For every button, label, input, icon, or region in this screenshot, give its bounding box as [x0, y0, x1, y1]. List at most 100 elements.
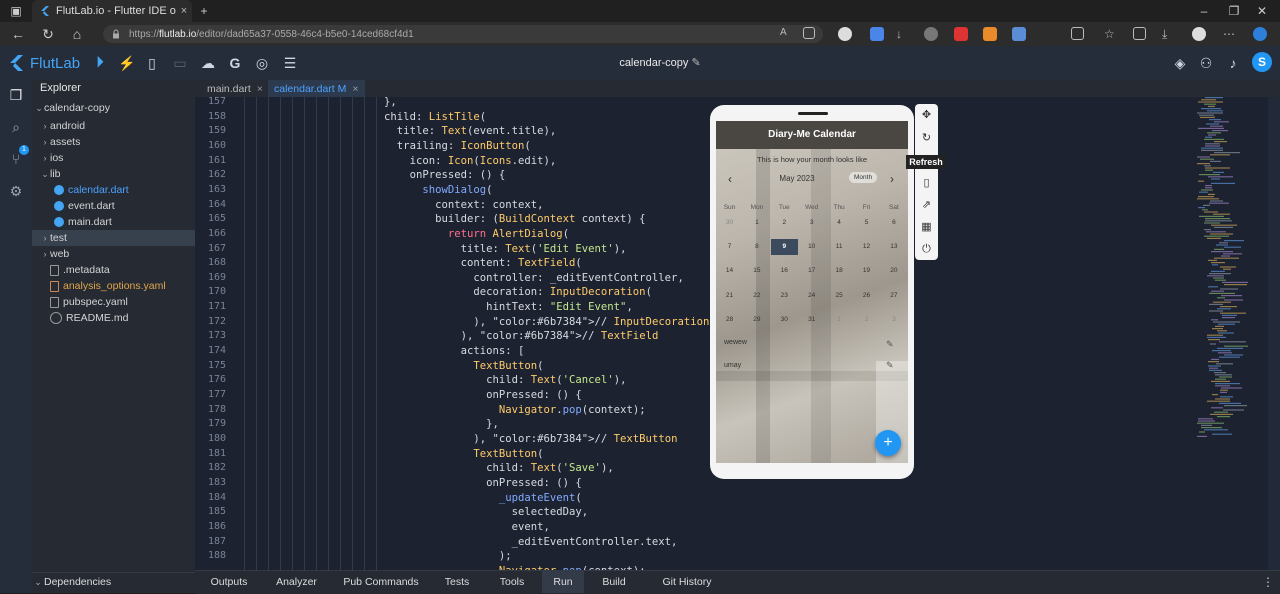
- calendar-day[interactable]: 25: [826, 288, 853, 304]
- extension-4-icon[interactable]: [924, 27, 938, 41]
- code-line[interactable]: ), "color:#6b7384">// InputDecoration: [371, 315, 709, 330]
- google-icon[interactable]: G: [227, 55, 243, 71]
- calendar-day[interactable]: 27: [880, 288, 907, 304]
- settings-more-icon[interactable]: ⋯: [1223, 27, 1237, 41]
- calendar-day[interactable]: 8: [743, 239, 770, 255]
- code-line[interactable]: selectedDay,: [371, 505, 589, 520]
- calendar-day[interactable]: 22: [743, 288, 770, 304]
- open-external-icon[interactable]: ⇗: [919, 198, 934, 213]
- tree-folder-calendar-copy[interactable]: ⌄ calendar-copy: [32, 100, 197, 116]
- code-line[interactable]: showDialog(: [371, 183, 492, 198]
- calendar-day[interactable]: 20: [880, 263, 907, 279]
- calendar-day[interactable]: 3: [798, 215, 825, 231]
- calendar-day[interactable]: 5: [853, 215, 880, 231]
- tree-folder-test[interactable]: › test: [32, 230, 203, 246]
- calendar-day[interactable]: 31: [798, 312, 825, 328]
- event-item[interactable]: wewew: [724, 339, 747, 346]
- calendar-day[interactable]: 12: [853, 239, 880, 255]
- calendar-day[interactable]: 2: [853, 312, 880, 328]
- code-line[interactable]: ), "color:#6b7384">// TextButton: [371, 432, 677, 447]
- device-icon[interactable]: ▯: [144, 55, 160, 71]
- code-line[interactable]: title: Text('Edit Event'),: [371, 242, 627, 257]
- code-line[interactable]: _updateEvent(: [371, 491, 582, 506]
- maximize-window-button[interactable]: ❐: [1226, 3, 1242, 19]
- tree-file-metadata[interactable]: .metadata: [32, 262, 213, 278]
- bottom-tab-run[interactable]: Run: [542, 571, 584, 593]
- edit-event-icon[interactable]: ✎: [886, 360, 894, 371]
- add-event-fab[interactable]: +: [875, 430, 901, 456]
- browser-tab[interactable]: FlutLab.io - Flutter IDE online ×: [32, 0, 192, 22]
- tree-folder-lib[interactable]: ⌄ lib: [32, 166, 203, 182]
- tree-file-event-dart[interactable]: event.dart: [32, 198, 217, 214]
- extension-6-icon[interactable]: [983, 27, 997, 41]
- calendar-day[interactable]: 24: [798, 288, 825, 304]
- read-aloud-icon[interactable]: A: [780, 27, 794, 41]
- extension-5-icon[interactable]: [954, 27, 968, 41]
- code-line[interactable]: context: context,: [371, 198, 543, 213]
- code-line[interactable]: builder: (BuildContext context) {: [371, 212, 646, 227]
- calendar-day[interactable]: 1: [826, 312, 853, 328]
- refresh-icon[interactable]: ↻: [919, 131, 934, 146]
- calendar-day[interactable]: 21: [716, 288, 743, 304]
- format-toggle-button[interactable]: Month: [849, 172, 878, 183]
- favorite-icon[interactable]: [803, 27, 815, 39]
- flutlab-logo[interactable]: FlutLab: [8, 53, 80, 73]
- extensions-puzzle-icon[interactable]: [1071, 27, 1084, 40]
- bottom-tab-pub-commands[interactable]: Pub Commands: [330, 571, 432, 593]
- code-line[interactable]: TextButton(: [371, 359, 543, 374]
- editor-tab-calendar-dart[interactable]: calendar.dart M ×: [268, 80, 365, 97]
- tree-file-main-dart[interactable]: main.dart: [32, 214, 217, 230]
- run-icon[interactable]: ⏵: [92, 55, 108, 71]
- code-line[interactable]: trailing: IconButton(: [371, 139, 531, 154]
- calendar-day[interactable]: 14: [716, 263, 743, 279]
- extension-7-icon[interactable]: [1012, 27, 1026, 41]
- close-tab-icon[interactable]: ×: [176, 5, 192, 17]
- bottom-tab-build[interactable]: Build: [584, 571, 644, 593]
- next-month-icon[interactable]: ›: [890, 172, 894, 186]
- calendar-day[interactable]: 3: [880, 312, 907, 328]
- code-line[interactable]: child: Text('Save'),: [371, 461, 614, 476]
- code-line[interactable]: child: ListTile(: [371, 110, 486, 125]
- rotate-device-icon[interactable]: ▯: [919, 176, 934, 191]
- tree-folder-web[interactable]: › web: [32, 246, 203, 262]
- calendar-day[interactable]: 19: [853, 263, 880, 279]
- notifications-bell-icon[interactable]: ♪: [1225, 55, 1241, 71]
- calendar-day[interactable]: 13: [880, 239, 907, 255]
- edit-event-icon[interactable]: ✎: [886, 339, 894, 350]
- add-user-icon[interactable]: ⚇: [1198, 55, 1214, 71]
- calendar-day[interactable]: 30: [771, 312, 798, 328]
- bottom-tab-analyzer[interactable]: Analyzer: [263, 571, 330, 593]
- search-icon[interactable]: ⌕: [8, 119, 24, 135]
- code-line[interactable]: _editEventController.text,: [371, 535, 678, 550]
- close-tab-icon[interactable]: ×: [352, 83, 358, 95]
- extension-1-icon[interactable]: [838, 27, 852, 41]
- tree-folder-android[interactable]: › android: [32, 118, 203, 134]
- calendar-day[interactable]: 1: [743, 215, 770, 231]
- tab-actions-icon[interactable]: ▣: [8, 3, 24, 19]
- code-line[interactable]: onPressed: () {: [371, 168, 506, 183]
- prev-month-icon[interactable]: ‹: [728, 172, 732, 186]
- more-options-icon[interactable]: ⋮: [1262, 575, 1274, 589]
- code-line[interactable]: actions: [: [371, 344, 525, 359]
- code-line[interactable]: controller: _editEventController,: [371, 271, 683, 286]
- dependencies-section[interactable]: ⌄ Dependencies: [32, 572, 195, 591]
- bottom-tab-tests[interactable]: Tests: [432, 571, 482, 593]
- code-line[interactable]: ), "color:#6b7384">// TextField: [371, 329, 659, 344]
- code-line[interactable]: hintText: "Edit Event",: [371, 300, 633, 315]
- home-icon[interactable]: ⌂: [69, 26, 85, 42]
- collections-icon[interactable]: [1133, 27, 1146, 40]
- hot-reload-icon[interactable]: ⚡: [118, 55, 135, 71]
- calendar-day[interactable]: 7: [716, 239, 743, 255]
- save-icon[interactable]: ▭: [172, 55, 188, 71]
- avatar[interactable]: S: [1252, 52, 1272, 72]
- edit-pencil-icon[interactable]: ✎: [691, 57, 700, 69]
- pinterest-extension-icon[interactable]: [1192, 27, 1206, 41]
- code-line[interactable]: Navigator.pop(context);: [371, 403, 646, 418]
- move-icon[interactable]: ✥: [919, 108, 934, 123]
- tree-folder-assets[interactable]: › assets: [32, 134, 203, 150]
- tree-folder-ios[interactable]: › ios: [32, 150, 203, 166]
- tree-file-pubspec[interactable]: pubspec.yaml: [32, 294, 213, 310]
- back-icon[interactable]: ←: [10, 26, 26, 42]
- calendar-day[interactable]: 18: [826, 263, 853, 279]
- code-line[interactable]: onPressed: () {: [371, 388, 582, 403]
